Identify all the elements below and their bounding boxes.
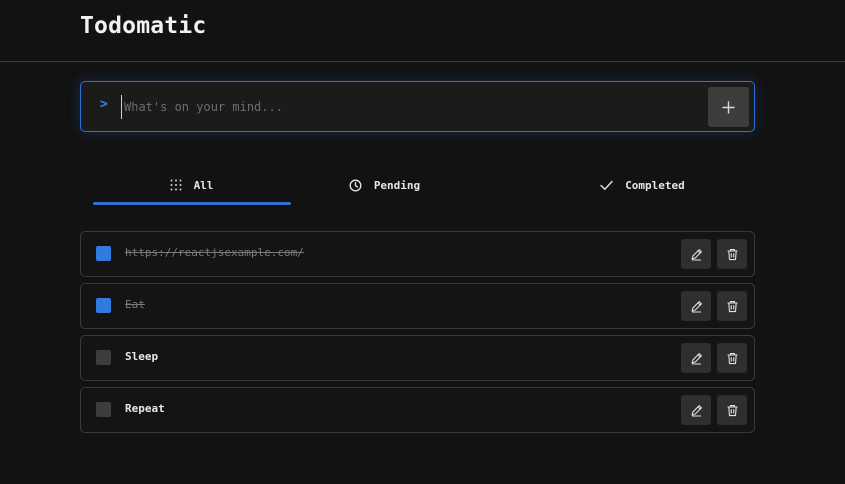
todo-item: Eat — [80, 283, 755, 329]
edit-button[interactable] — [681, 291, 711, 321]
todo-list: https://reactjsexample.com/ Eat Sleep Re… — [80, 231, 755, 439]
pencil-icon — [690, 248, 703, 261]
pencil-icon — [690, 300, 703, 313]
todo-input[interactable] — [121, 95, 701, 119]
active-tab-indicator — [93, 202, 291, 205]
edit-button[interactable] — [681, 343, 711, 373]
delete-button[interactable] — [717, 291, 747, 321]
check-icon — [600, 180, 613, 191]
pencil-icon — [690, 404, 703, 417]
trash-icon — [726, 300, 739, 313]
todo-item: Sleep — [80, 335, 755, 381]
delete-button[interactable] — [717, 239, 747, 269]
app-title: Todomatic — [80, 13, 207, 39]
clock-icon — [349, 179, 362, 192]
todo-item: https://reactjsexample.com/ — [80, 231, 755, 277]
prompt-icon: > — [100, 97, 108, 112]
tab-label: Pending — [373, 178, 421, 192]
tab-completed[interactable]: Completed — [543, 164, 742, 206]
edit-button[interactable] — [681, 395, 711, 425]
trash-icon — [726, 352, 739, 365]
pencil-icon — [690, 352, 703, 365]
todo-text: Repeat — [125, 402, 165, 415]
todo-checkbox[interactable] — [96, 246, 111, 261]
todo-text: https://reactjsexample.com/ — [125, 246, 304, 259]
trash-icon — [726, 248, 739, 261]
delete-button[interactable] — [717, 343, 747, 373]
add-todo-button[interactable] — [708, 87, 749, 127]
todo-checkbox[interactable] — [96, 298, 111, 313]
tab-label: Completed — [625, 178, 685, 192]
edit-button[interactable] — [681, 239, 711, 269]
todo-checkbox[interactable] — [96, 350, 111, 365]
tab-all[interactable]: All — [92, 164, 291, 206]
tab-pending[interactable]: Pending — [285, 164, 484, 206]
todo-text: Sleep — [125, 350, 159, 363]
todo-item: Repeat — [80, 387, 755, 433]
todo-input-bar: > — [80, 81, 755, 132]
filter-tabs: All Pending Completed — [92, 164, 742, 206]
delete-button[interactable] — [717, 395, 747, 425]
plus-icon — [722, 100, 735, 114]
todo-text: Eat — [125, 298, 145, 311]
trash-icon — [726, 404, 739, 417]
todo-checkbox[interactable] — [96, 402, 111, 417]
grid-dots-icon — [170, 179, 182, 191]
app-header: Todomatic — [0, 0, 845, 62]
tab-label: All — [193, 178, 214, 192]
